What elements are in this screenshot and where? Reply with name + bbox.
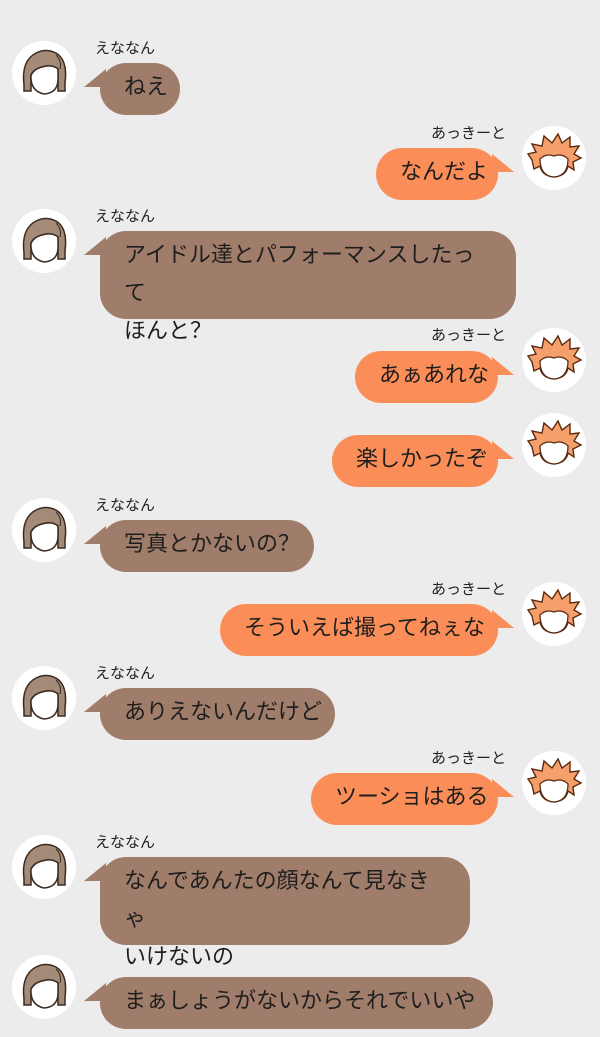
orange-hair-boy-avatar-icon[interactable]: [522, 413, 586, 477]
message-bubble[interactable]: 写真とかないの？: [100, 520, 314, 572]
message-text: まぁしょうがないからそれでいいや: [124, 989, 476, 1014]
message-bubble[interactable]: ねえ: [100, 63, 180, 115]
message-text: 楽しかったぞ: [356, 447, 489, 472]
bubble-tail: [84, 694, 106, 712]
message-bubble[interactable]: 楽しかったぞ: [332, 435, 498, 487]
message-bubble[interactable]: そういえば撮ってねぇな: [220, 604, 498, 656]
orange-hair-boy-avatar-icon[interactable]: [522, 126, 586, 190]
message-text: いけないの: [124, 945, 235, 970]
brown-hair-girl-avatar-icon[interactable]: [12, 41, 76, 105]
bubble-tail: [84, 983, 106, 1001]
orange-hair-boy-avatar-icon[interactable]: [522, 582, 586, 646]
orange-hair-boy-avatar-icon[interactable]: [522, 328, 586, 392]
orange-hair-boy-avatar-icon[interactable]: [522, 751, 586, 815]
brown-hair-girl-avatar-icon[interactable]: [12, 666, 76, 730]
message-bubble[interactable]: ツーショはある: [311, 773, 498, 825]
brown-hair-girl-avatar-icon[interactable]: [12, 835, 76, 899]
sender-name: あっきーと: [430, 326, 506, 344]
message-bubble[interactable]: なんだよ: [376, 148, 498, 200]
sender-name: えななん: [95, 664, 156, 682]
sender-name: えななん: [95, 39, 156, 57]
brown-hair-girl-avatar-icon[interactable]: [12, 498, 76, 562]
message-text: ほんと？: [124, 319, 213, 344]
message-bubble[interactable]: まぁしょうがないからそれでいいや: [100, 977, 493, 1029]
bubble-tail: [492, 154, 514, 172]
sender-name: えななん: [95, 496, 156, 514]
message-bubble[interactable]: アイドル達とパフォーマンスしたってほんと？: [100, 231, 516, 344]
message-bubble[interactable]: あぁあれな: [355, 351, 498, 403]
sender-name: えななん: [95, 207, 156, 225]
message-text: そういえば撮ってねぇな: [244, 616, 485, 641]
message-bubble[interactable]: ありえないんだけど: [100, 688, 335, 740]
chat-log: えななん ねえ あっきーと なんだよ えななん アイドル達とパフォーマンスしたって ほん…: [0, 0, 600, 1037]
bubble-tail: [492, 779, 514, 797]
bubble-tail: [492, 441, 514, 459]
bubble-tail: [84, 69, 106, 87]
sender-name: あっきーと: [430, 124, 506, 142]
bubble-tail: [492, 610, 514, 628]
message-bubble[interactable]: なんであんたの顔なんて見なきゃいけないの: [100, 857, 470, 970]
brown-hair-girl-avatar-icon[interactable]: [12, 955, 76, 1019]
bubble-tail: [84, 863, 106, 881]
message-text: アイドル達とパフォーマンスしたって: [124, 243, 475, 306]
sender-name: あっきーと: [430, 580, 506, 598]
message-text: ありえないんだけど: [124, 700, 323, 725]
message-text: なんだよ: [400, 160, 489, 185]
message-text: なんであんたの顔なんて見なきゃ: [124, 869, 430, 932]
message-text: ねえ: [124, 75, 169, 100]
message-text: 写真とかないの？: [124, 532, 301, 557]
bubble-tail: [84, 237, 106, 255]
message-text: あぁあれな: [379, 363, 490, 388]
bubble-tail: [84, 526, 106, 544]
sender-name: あっきーと: [430, 749, 506, 767]
message-text: ツーショはある: [335, 785, 489, 810]
bubble-tail: [492, 357, 514, 375]
sender-name: えななん: [95, 833, 156, 851]
brown-hair-girl-avatar-icon[interactable]: [12, 209, 76, 273]
